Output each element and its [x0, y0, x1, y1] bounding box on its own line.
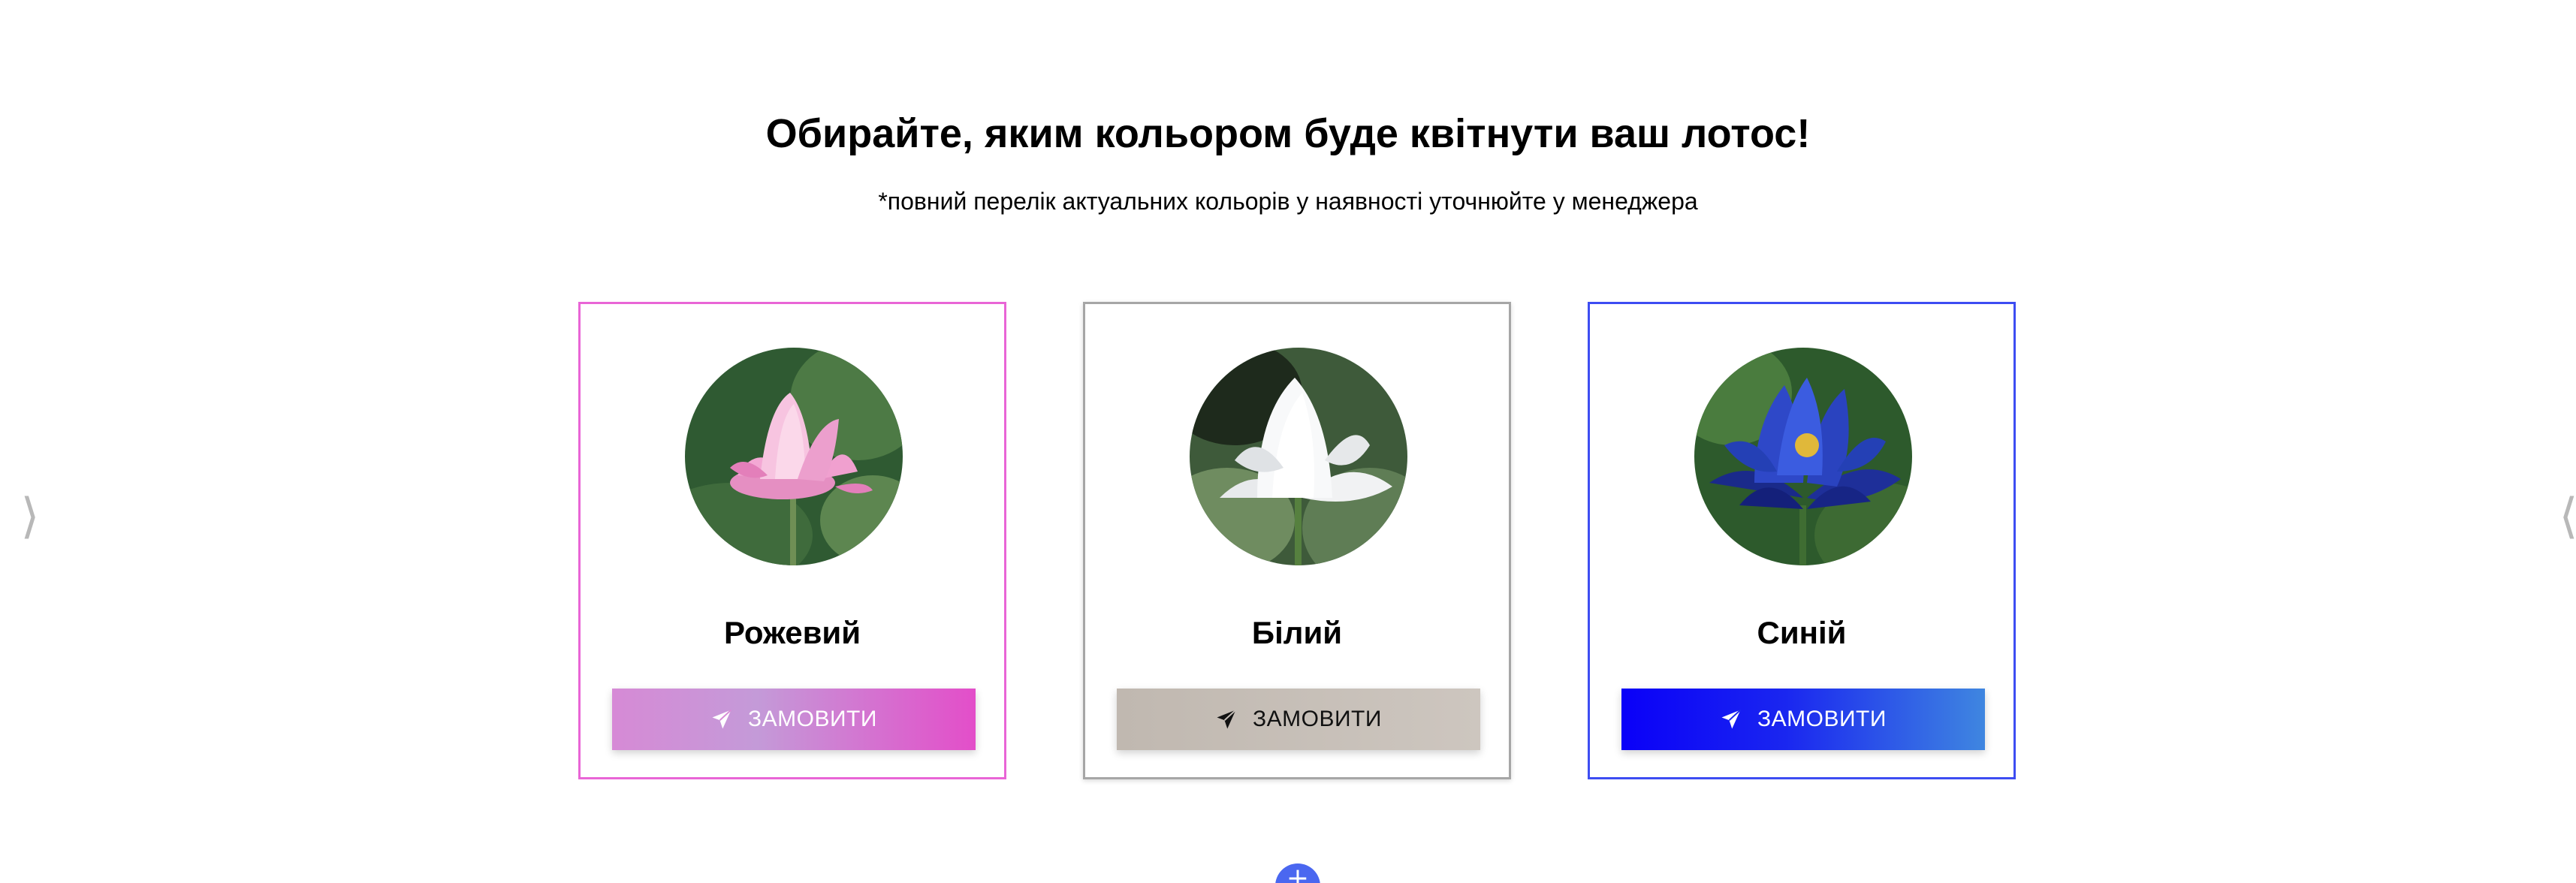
blue-lotus-image [1694, 348, 1912, 565]
product-card-blue: Синій ЗАМОВИТИ [1588, 302, 2016, 779]
order-button[interactable]: ЗАМОВИТИ [1117, 689, 1480, 750]
paper-plane-icon [1215, 708, 1238, 731]
order-button[interactable]: ЗАМОВИТИ [612, 689, 976, 750]
product-card-white: Білий ЗАМОВИТИ [1083, 302, 1511, 779]
order-button-label: ЗАМОВИТИ [748, 707, 877, 731]
lotus-colors-section: Обирайте, яким кольором буде квітнути ва… [0, 0, 2576, 883]
paper-plane-icon [710, 708, 733, 731]
section-subtitle: *повний перелік актуальних кольорів у на… [878, 188, 1698, 215]
order-button-label: ЗАМОВИТИ [1253, 707, 1382, 731]
floating-action-button[interactable] [1275, 863, 1320, 883]
carousel-next-button[interactable]: ⟨ [2553, 490, 2576, 544]
white-lotus-image [1190, 348, 1407, 565]
order-button-label: ЗАМОВИТИ [1757, 707, 1887, 731]
card-title: Синій [1757, 615, 1847, 650]
section-title: Обирайте, яким кольором буде квітнути ва… [765, 111, 1811, 156]
card-title: Білий [1251, 615, 1343, 650]
product-card-pink: Рожевий ЗАМОВИТИ [578, 302, 1006, 779]
order-button[interactable]: ЗАМОВИТИ [1621, 689, 1985, 750]
card-title: Рожевий [723, 615, 861, 650]
pink-lotus-image [685, 348, 903, 565]
carousel-prev-button[interactable]: ⟩ [15, 490, 45, 544]
paper-plane-icon [1720, 708, 1742, 731]
